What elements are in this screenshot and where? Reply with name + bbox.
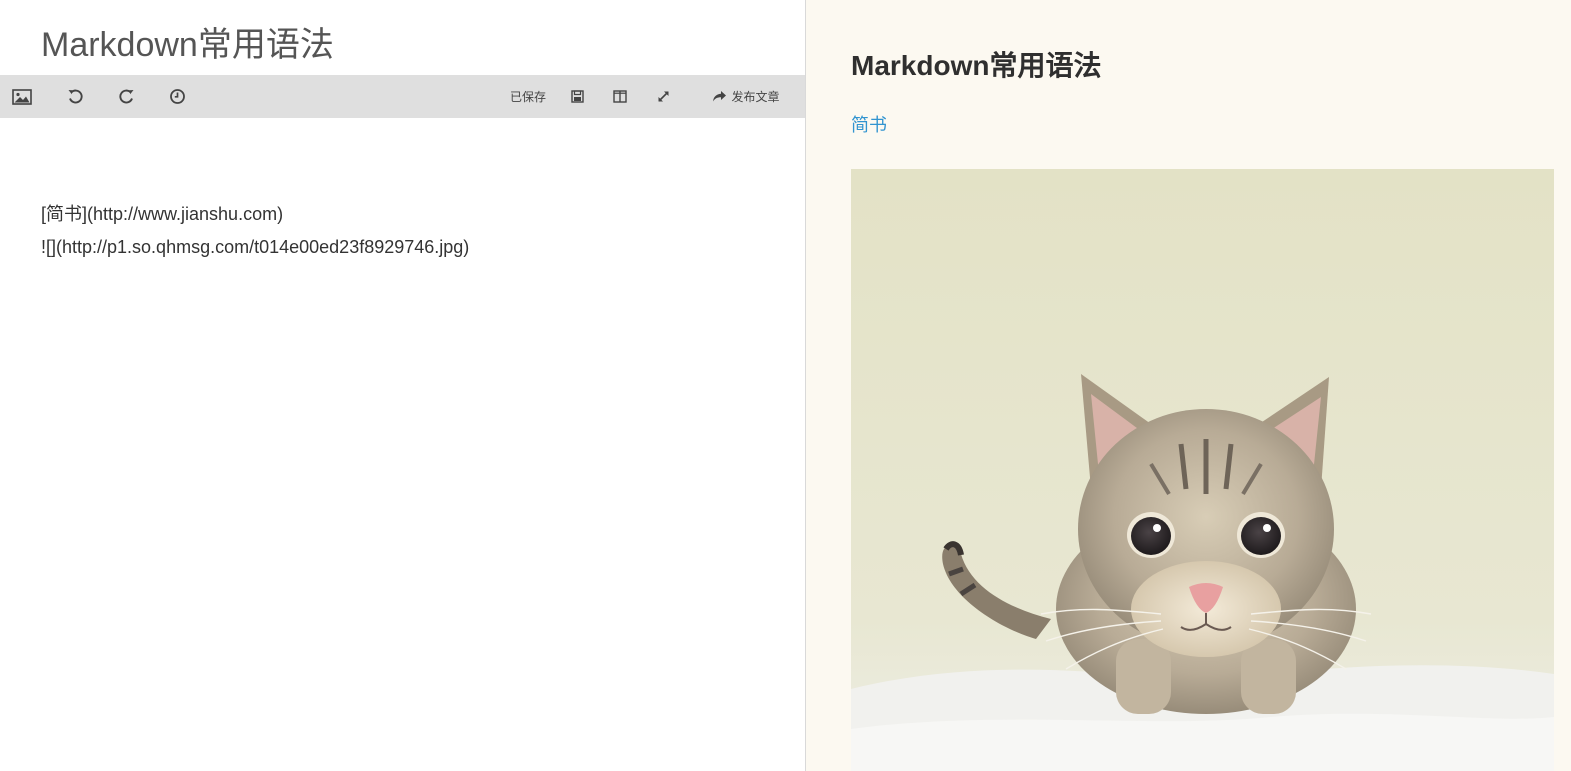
- fullscreen-button[interactable]: [651, 75, 675, 118]
- editor-line-link: [简书](http://www.jianshu.com): [41, 204, 284, 224]
- expand-icon: [657, 90, 670, 103]
- image-icon: [12, 88, 32, 105]
- editor-toolbar: 已保存 发布文章: [0, 75, 805, 118]
- publish-article-label: 发布文章: [731, 90, 780, 104]
- save-floppy-icon: [570, 90, 584, 103]
- undo-button[interactable]: [62, 75, 88, 118]
- undo-icon: [67, 88, 84, 105]
- saved-status: 已保存: [506, 75, 550, 118]
- share-arrow-icon: [712, 90, 727, 103]
- publish-article-button[interactable]: 发布文章: [704, 75, 788, 118]
- split-view-icon: [613, 90, 627, 103]
- editor-pane: Markdown常用语法 已保存 发布文章 [简书](http://www.ji…: [0, 0, 806, 771]
- redo-button[interactable]: [113, 75, 139, 118]
- document-title-input[interactable]: Markdown常用语法: [41, 24, 334, 66]
- save-button[interactable]: [565, 75, 589, 118]
- markdown-editor-app: Markdown常用语法 已保存 发布文章 [简书](http://www.ji…: [0, 0, 1571, 771]
- preview-jianshu-link[interactable]: 简书: [851, 112, 887, 140]
- preview-cat-image: [851, 169, 1554, 771]
- split-view-button[interactable]: [608, 75, 632, 118]
- insert-image-button[interactable]: [6, 75, 38, 118]
- redo-icon: [118, 88, 135, 105]
- saved-status-label: 已保存: [509, 90, 546, 104]
- preview-heading: Markdown常用语法: [851, 50, 1102, 81]
- markdown-text-area[interactable]: [简书](http://www.jianshu.com) ![](http://…: [41, 198, 781, 264]
- editor-line-image: ![](http://p1.so.qhmsg.com/t014e00ed23f8…: [41, 237, 470, 257]
- preview-pane: Markdown常用语法 简书: [806, 0, 1571, 771]
- history-button[interactable]: [164, 75, 190, 118]
- history-clock-icon: [169, 88, 186, 105]
